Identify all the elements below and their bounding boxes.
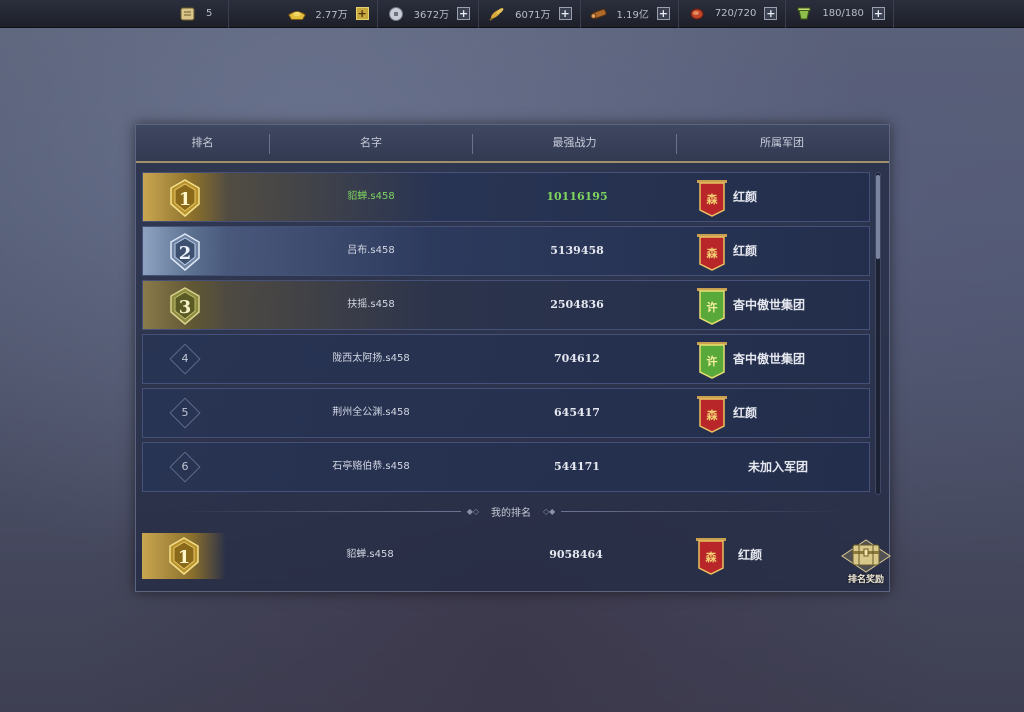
ranking-row-1[interactable]: 1 貂蝉.s458 10116195 森 红颜	[142, 172, 870, 222]
svg-text:森: 森	[707, 192, 719, 206]
rank-number: 6	[181, 460, 189, 473]
resource-value: 720/720	[714, 8, 757, 19]
svg-text:森: 森	[707, 246, 719, 260]
legion-banner-green-icon: 许	[697, 288, 727, 325]
player-power: 5139458	[550, 244, 604, 257]
svg-text:森: 森	[707, 408, 719, 422]
header-power: 最强战力	[552, 136, 597, 149]
ranking-list[interactable]: 1 貂蝉.s458 10116195 森 红颜 2 吕布.s458 513945…	[142, 172, 872, 492]
resource-stamina: 720/720 +	[679, 0, 787, 28]
stamina-meat-icon	[687, 6, 707, 22]
legion-banner-red-icon: 森	[696, 538, 726, 575]
svg-text:森: 森	[706, 550, 718, 564]
gold-medal-icon: 1	[169, 537, 199, 575]
silver-medal-icon: 2	[170, 233, 200, 271]
my-rank-label: 我的排名	[491, 507, 531, 519]
legion-banner-red-icon: 森	[697, 180, 727, 217]
ranking-row-3[interactable]: 3 扶摇.s458 2504836 许 杳中傲世集团	[142, 280, 870, 330]
legion-banner-red-icon: 森	[697, 234, 727, 271]
player-power: 10116195	[546, 190, 608, 203]
player-power: 704612	[554, 352, 600, 365]
grain-icon	[487, 6, 507, 22]
header-rank: 排名	[191, 136, 214, 149]
legion-banner-red-icon: 森	[697, 396, 727, 433]
my-player-name: 貂蝉.s458	[346, 549, 394, 560]
header-legion: 所属军团	[760, 136, 804, 149]
legion-name: 未加入军团	[747, 460, 808, 474]
rank-reward-button[interactable]: 排名奖励	[840, 539, 892, 585]
legion-name[interactable]: 红颜	[733, 389, 833, 437]
add-wood-button[interactable]: +	[656, 7, 670, 20]
player-power: 544171	[554, 460, 600, 473]
resource-energy: 180/180 +	[786, 0, 894, 28]
player-name[interactable]: 貂蝉.s458	[271, 173, 471, 221]
ranking-row-2[interactable]: 2 吕布.s458 5139458 森 红颜	[142, 226, 870, 276]
ranking-header: 排名 名字 最强战力 所属军团	[136, 125, 889, 163]
my-rank-divider: ◆◇ 我的排名 ◇◆	[176, 500, 846, 522]
player-name[interactable]: 陇西太阿扬.s458	[271, 335, 471, 383]
player-power: 645417	[554, 406, 600, 419]
resource-scroll: 5	[170, 0, 230, 28]
resource-bar: 5 2.77万 + 3672万 + 6071万 + 1.19亿 + 720/72…	[0, 0, 1024, 28]
silver-coin-icon	[386, 6, 406, 22]
gold-ingot-icon	[287, 6, 307, 22]
player-name[interactable]: 吕布.s458	[271, 227, 471, 275]
svg-text:许: 许	[707, 354, 718, 368]
resource-value: 6071万	[515, 10, 551, 21]
treasure-chest-icon	[841, 539, 891, 573]
svg-text:许: 许	[707, 300, 718, 314]
divider-ornament-icon: ◆◇	[466, 506, 479, 516]
svg-text:2: 2	[179, 243, 192, 264]
legion-name[interactable]: 杳中傲世集团	[733, 281, 833, 329]
gold-medal-icon: 1	[170, 179, 200, 217]
header-name: 名字	[360, 136, 382, 149]
resource-grain: 6071万 +	[479, 0, 581, 28]
add-energy-button[interactable]: +	[871, 7, 885, 20]
player-power: 2504836	[550, 298, 604, 311]
ranking-row-4[interactable]: 4 陇西太阿扬.s458 704612 许 杳中傲世集团	[142, 334, 870, 384]
legion-banner-green-icon: 许	[697, 342, 727, 379]
energy-cup-icon	[794, 6, 814, 22]
divider-line	[176, 510, 461, 512]
player-name[interactable]: 石亭赂伯恭.s458	[271, 443, 471, 491]
rank-reward-label: 排名奖励	[847, 575, 884, 585]
add-silver-button[interactable]: +	[457, 7, 471, 20]
add-grain-button[interactable]: +	[558, 7, 572, 20]
ranking-scrollbar[interactable]	[875, 172, 881, 495]
resource-gold: 2.77万 +	[279, 0, 378, 28]
ranking-row-6[interactable]: 6 石亭赂伯恭.s458 544171 未加入军团	[142, 442, 870, 492]
ranking-row-5[interactable]: 5 荆州全公渊.s458 645417 森 红颜	[142, 388, 870, 438]
svg-text:3: 3	[179, 297, 192, 318]
resource-value: 1.19亿	[616, 10, 649, 21]
svg-text:1: 1	[178, 547, 191, 568]
rank-number: 4	[181, 352, 189, 365]
svg-text:1: 1	[179, 189, 192, 210]
resource-wood: 1.19亿 +	[581, 0, 679, 28]
resource-value: 5	[206, 8, 213, 19]
my-player-power: 9058464	[549, 548, 603, 561]
my-rank-row: 1 貂蝉.s458 9058464 森 红颜 排名奖励	[142, 531, 891, 585]
legion-name[interactable]: 红颜	[733, 227, 833, 275]
scroll-icon	[178, 6, 198, 22]
resource-silver: 3672万 +	[378, 0, 480, 28]
legion-name[interactable]: 红颜	[733, 173, 833, 221]
add-gold-button[interactable]: +	[355, 7, 369, 20]
bronze-medal-icon: 3	[170, 287, 200, 325]
legion-name[interactable]: 杳中傲世集团	[733, 335, 833, 383]
player-name[interactable]: 荆州全公渊.s458	[271, 389, 471, 437]
ranking-panel: 排名 名字 最强战力 所属军团 1 貂蝉.s458 10116195 森 红颜	[135, 124, 891, 592]
resource-value: 180/180	[822, 8, 864, 19]
scrollbar-thumb[interactable]	[876, 175, 880, 259]
divider-ornament-icon: ◇◆	[543, 506, 556, 516]
add-stamina-button[interactable]: +	[764, 7, 778, 20]
rank-number: 5	[181, 406, 189, 419]
wood-icon	[589, 6, 609, 22]
resource-value: 3672万	[413, 10, 450, 21]
resource-value: 2.77万	[315, 10, 348, 21]
my-legion-name: 红颜	[738, 548, 763, 562]
player-name[interactable]: 扶摇.s458	[271, 281, 471, 329]
divider-line	[561, 510, 846, 512]
